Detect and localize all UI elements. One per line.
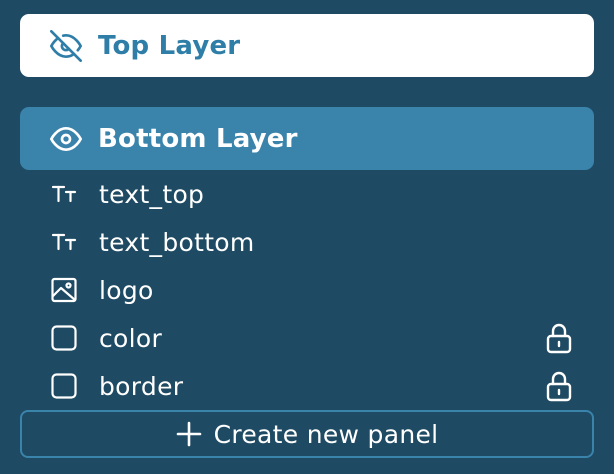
eye-off-icon[interactable] [50,29,82,62]
panel-item-label: logo [99,275,154,305]
panel-list: text_top text_bottom logo color border [20,170,594,410]
panel-item-label: color [99,323,163,353]
layer-top[interactable]: Top Layer [20,14,594,77]
panel-item-color[interactable]: color [20,314,594,362]
panel-item-text-top[interactable]: text_top [20,170,594,218]
text-icon [50,228,78,256]
square-icon [50,372,78,400]
create-new-panel-label: Create new panel [213,419,439,449]
layer-bottom[interactable]: Bottom Layer [20,107,594,170]
plus-icon [176,421,202,447]
panel-item-logo[interactable]: logo [20,266,594,314]
square-icon [50,324,78,352]
image-icon [50,276,78,304]
lock-icon[interactable] [545,370,573,402]
text-icon [50,180,78,208]
panel-item-label: border [99,371,184,401]
lock-icon[interactable] [545,322,573,354]
panel-item-text-bottom[interactable]: text_bottom [20,218,594,266]
panel-item-label: text_bottom [99,227,255,257]
layer-bottom-label: Bottom Layer [98,123,298,154]
layer-top-label: Top Layer [98,30,241,61]
panel-item-label: text_top [99,179,205,209]
create-new-panel-button[interactable]: Create new panel [20,410,594,458]
panel-item-border[interactable]: border [20,362,594,410]
eye-icon[interactable] [50,123,82,155]
